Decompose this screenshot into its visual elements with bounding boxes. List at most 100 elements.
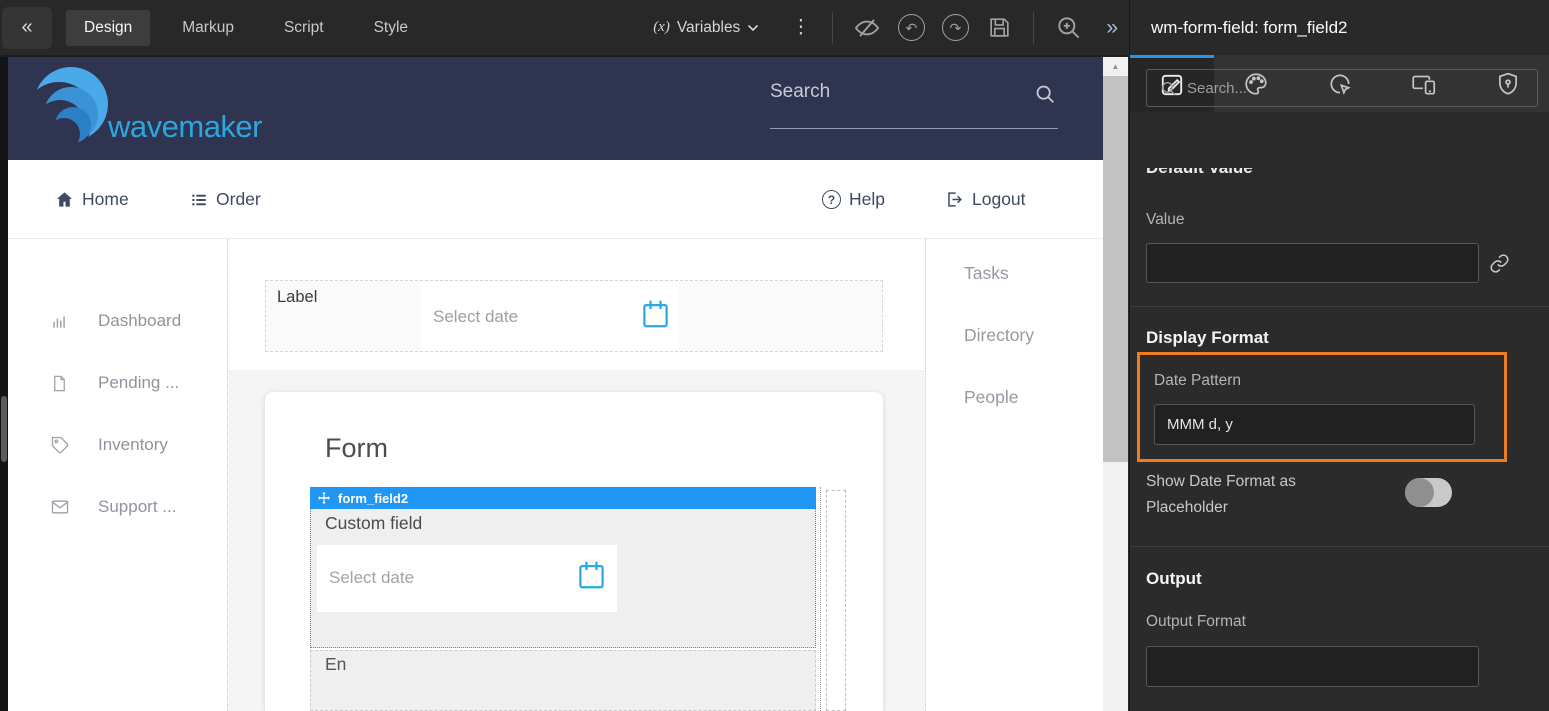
section-heading-output: Output bbox=[1146, 569, 1202, 589]
nav-item-home[interactable]: Home bbox=[55, 160, 129, 239]
preview-right-list: Tasks Directory People bbox=[925, 239, 1103, 711]
sidebar-item-support[interactable]: Support ... bbox=[8, 494, 228, 520]
document-icon bbox=[50, 374, 69, 393]
form-grid-column-outline bbox=[826, 490, 846, 711]
undo-button[interactable]: ↶ bbox=[894, 11, 928, 45]
sidebar-item-dashboard[interactable]: Dashboard bbox=[8, 308, 228, 334]
date-placeholder: Select date bbox=[433, 307, 518, 327]
properties-search-input[interactable] bbox=[1187, 80, 1537, 97]
date-pattern-input[interactable] bbox=[1154, 404, 1475, 445]
redo-button[interactable]: ↷ bbox=[938, 11, 972, 45]
zoom-in-button[interactable] bbox=[1051, 11, 1085, 45]
selected-widget-title: wm-form-field: form_field2 bbox=[1151, 18, 1348, 38]
list-item-tasks[interactable]: Tasks bbox=[964, 263, 1009, 284]
preview-site-header: wavemaker Search bbox=[8, 57, 1103, 160]
widget-label: Label bbox=[277, 288, 317, 307]
next-form-field[interactable]: En bbox=[310, 650, 816, 711]
date-placeholder: Select date bbox=[329, 568, 414, 588]
toolbar-divider bbox=[832, 12, 833, 44]
list-item-directory[interactable]: Directory bbox=[964, 325, 1034, 346]
design-canvas: wavemaker Search Home bbox=[8, 57, 1103, 711]
properties-header: wm-form-field: form_field2 bbox=[1130, 0, 1549, 55]
toolbar-divider bbox=[1033, 12, 1034, 44]
tab-design[interactable]: Design bbox=[66, 10, 150, 46]
move-icon bbox=[317, 491, 331, 505]
wavemaker-studio: « Design Markup Script Style (x) Variabl… bbox=[0, 0, 1549, 711]
bind-link-icon[interactable] bbox=[1489, 253, 1510, 274]
site-search-underline bbox=[770, 128, 1058, 129]
preview-nav-bar: Home Order ? Help Logout bbox=[8, 160, 1103, 239]
highlight-outline: Date Pattern bbox=[1137, 352, 1507, 462]
save-icon bbox=[987, 15, 1012, 40]
envelope-icon bbox=[50, 497, 70, 517]
show-date-format-toggle[interactable] bbox=[1405, 478, 1452, 507]
tab-script[interactable]: Script bbox=[266, 10, 342, 46]
form-title: Form bbox=[325, 433, 388, 464]
nav-logout-label: Logout bbox=[972, 189, 1026, 210]
logout-icon bbox=[945, 190, 964, 209]
nav-item-order[interactable]: Order bbox=[190, 160, 261, 239]
default-value-input[interactable] bbox=[1146, 243, 1479, 283]
nav-order-label: Order bbox=[216, 189, 261, 210]
sidebar-item-pending[interactable]: Pending ... bbox=[8, 370, 228, 396]
save-button[interactable] bbox=[982, 11, 1016, 45]
variables-label: Variables bbox=[677, 19, 740, 37]
sidebar-item-label: Dashboard bbox=[98, 311, 181, 331]
brand-wordmark: wavemaker bbox=[108, 109, 262, 145]
properties-body: Default Value Value Display Format Date … bbox=[1130, 112, 1549, 711]
redo-icon: ↷ bbox=[942, 14, 969, 41]
section-heading-display-format: Display Format bbox=[1146, 328, 1269, 348]
toggle-label: Show Date Format as Placeholder bbox=[1146, 469, 1296, 521]
more-options-button[interactable]: ⋮ bbox=[781, 16, 820, 39]
form-field-label: En bbox=[325, 654, 346, 675]
left-panel-handle[interactable] bbox=[1, 396, 7, 462]
collapse-panel-button[interactable]: « bbox=[2, 7, 52, 49]
date-widget-row: Label Select date bbox=[265, 280, 883, 352]
canvas-scrollbar[interactable]: ▲ bbox=[1103, 57, 1128, 711]
sidebar-item-inventory[interactable]: Inventory bbox=[8, 432, 228, 458]
section-heading-default-value: Default Value bbox=[1146, 168, 1253, 189]
nav-help-label: Help bbox=[849, 189, 885, 210]
form-grid-guide bbox=[820, 487, 821, 711]
selected-form-field[interactable]: Custom field Select date bbox=[310, 509, 816, 648]
tab-markup[interactable]: Markup bbox=[164, 10, 252, 46]
date-input[interactable]: Select date bbox=[421, 282, 679, 351]
chevron-double-left-icon: « bbox=[21, 16, 32, 39]
output-format-label: Output Format bbox=[1146, 613, 1246, 631]
wavemaker-logo[interactable]: wavemaker bbox=[30, 65, 262, 151]
preview-page-body: Dashboard Pending ... bbox=[8, 239, 1103, 711]
variables-x-icon: (x) bbox=[653, 19, 670, 36]
site-search-input[interactable]: Search bbox=[770, 81, 1058, 103]
sidebar-item-label: Support ... bbox=[98, 497, 176, 517]
scrollbar-up-arrow[interactable]: ▲ bbox=[1103, 57, 1128, 76]
tag-icon bbox=[50, 435, 70, 455]
output-format-input[interactable] bbox=[1146, 646, 1479, 687]
scrollbar-thumb[interactable] bbox=[1103, 76, 1128, 462]
form-date-input[interactable]: Select date bbox=[317, 545, 617, 612]
list-item-people[interactable]: People bbox=[964, 387, 1019, 408]
bar-chart-icon bbox=[50, 311, 70, 331]
selected-widget-name: form_field2 bbox=[338, 491, 408, 506]
nav-item-help[interactable]: ? Help bbox=[822, 160, 885, 239]
selected-widget-chip[interactable]: form_field2 bbox=[310, 487, 816, 509]
preview-eye-off-button[interactable] bbox=[850, 11, 884, 45]
home-icon bbox=[55, 190, 74, 209]
zoom-in-icon bbox=[1055, 14, 1082, 41]
studio-toolbar: « Design Markup Script Style (x) Variabl… bbox=[0, 0, 1128, 57]
wavemaker-wave-icon bbox=[30, 65, 112, 151]
chevron-double-right-icon: » bbox=[1106, 16, 1118, 39]
chevron-down-icon bbox=[747, 24, 759, 32]
undo-icon: ↶ bbox=[898, 14, 925, 41]
preview-left-sidebar: Dashboard Pending ... bbox=[8, 239, 228, 711]
form-field-label: Custom field bbox=[325, 513, 422, 534]
nav-item-logout[interactable]: Logout bbox=[945, 160, 1026, 239]
calendar-icon[interactable] bbox=[642, 299, 669, 329]
calendar-icon[interactable] bbox=[578, 560, 605, 590]
search-icon[interactable] bbox=[1034, 83, 1056, 105]
date-pattern-label: Date Pattern bbox=[1154, 372, 1241, 390]
variables-dropdown[interactable]: (x) Variables bbox=[653, 19, 759, 37]
tab-style[interactable]: Style bbox=[356, 10, 426, 46]
nav-home-label: Home bbox=[82, 189, 129, 210]
section-divider bbox=[1130, 546, 1549, 547]
expand-panel-button[interactable]: » bbox=[1090, 16, 1128, 40]
